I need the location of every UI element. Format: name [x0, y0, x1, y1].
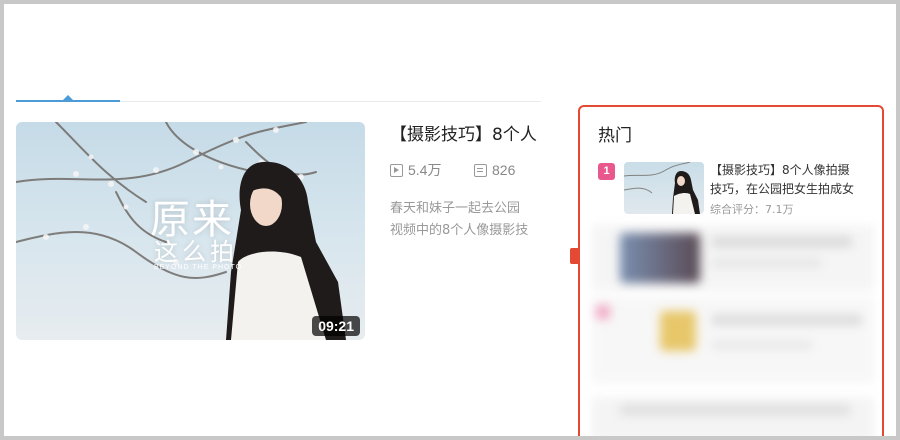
video-duration-badge: 09:21 [312, 316, 360, 336]
thumbnail-subtitle: BEYOND THE PHOTO [154, 264, 243, 271]
hot-item-thumbnail[interactable] [624, 162, 704, 214]
active-tab-indicator [16, 100, 120, 102]
blurred-list-item [592, 225, 874, 291]
hot-panel: 热门 1 【摄影技巧】8个人像拍摄技巧，在公园把女生拍成女 综合评分：7.1万 [578, 105, 884, 440]
video-description-line2: 视频中的8个人像摄影技 [390, 223, 529, 238]
video-thumbnail[interactable]: 原来 这么拍 BEYOND THE PHOTO 09:21 [16, 122, 365, 340]
comment-count-value: 826 [492, 162, 516, 178]
hot-item-score: 综合评分：7.1万 [710, 203, 794, 216]
video-description: 春天和妹子一起去公园 视频中的8个人像摄影技 [390, 198, 542, 242]
hot-item-title[interactable]: 【摄影技巧】8个人像拍摄技巧，在公园把女生拍成女 [710, 161, 860, 199]
blurred-list-item [592, 297, 874, 383]
comment-icon [474, 163, 487, 177]
view-count: 5.4万 [390, 161, 441, 179]
video-description-line1: 春天和妹子一起去公园 [390, 201, 521, 216]
thumbnail-title-line2: 这么拍 [154, 238, 238, 266]
hot-thumbnail-illustration [624, 162, 700, 214]
tab-caret-icon [63, 95, 73, 100]
comment-count: 826 [474, 161, 515, 179]
view-count-value: 5.4万 [408, 162, 442, 178]
blurred-list-item [592, 397, 874, 440]
rank-badge: 1 [598, 163, 615, 180]
hot-panel-title: 热门 [598, 126, 632, 146]
hot-panel-tab-marker [570, 248, 578, 264]
play-icon [390, 163, 403, 177]
video-title-link[interactable]: 【摄影技巧】8个人 [390, 120, 542, 144]
